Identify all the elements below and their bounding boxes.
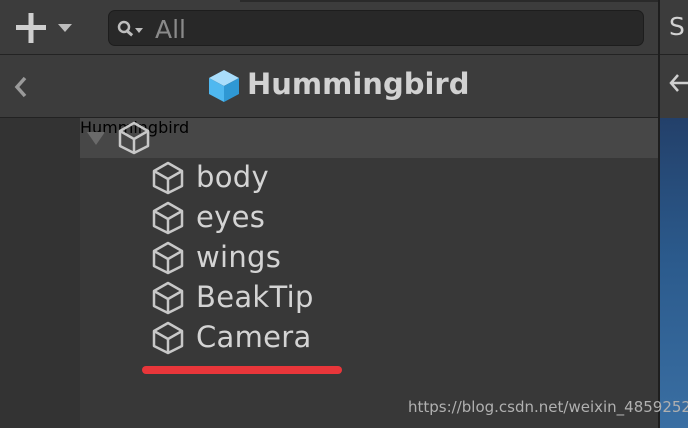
search-field[interactable]: All xyxy=(108,10,644,46)
scene-view-preview[interactable] xyxy=(660,118,688,428)
tree-row-label: eyes xyxy=(196,200,266,234)
tree-row-eyes[interactable]: eyes xyxy=(150,198,658,238)
gameobject-cube-icon xyxy=(152,321,184,355)
prefab-cube-icon xyxy=(209,70,239,102)
tree-row-label: BeakTip xyxy=(196,280,314,314)
expand-triangle-icon[interactable] xyxy=(86,130,106,146)
chevron-left-icon[interactable] xyxy=(12,75,30,99)
chevron-down-icon xyxy=(58,24,72,32)
hierarchy-toolbar: All xyxy=(0,0,658,55)
toolbar-divider xyxy=(240,0,658,2)
hierarchy-tree: Hummingbird body eyes wings BeakTip Came… xyxy=(0,118,658,428)
tree-row-wings[interactable]: wings xyxy=(150,238,658,278)
tree-row-root[interactable]: Hummingbird xyxy=(80,118,658,158)
tree-row-label: Camera xyxy=(196,320,312,354)
panel-divider xyxy=(660,54,688,55)
gameobject-cube-icon xyxy=(152,241,184,275)
tree-row-beaktip[interactable]: BeakTip xyxy=(150,278,658,318)
highlight-underline xyxy=(142,366,342,374)
gameobject-cube-icon xyxy=(118,121,150,155)
tree-row-label: body xyxy=(196,160,269,194)
arrow-left-icon[interactable] xyxy=(668,72,688,94)
prefab-breadcrumb-bar: Hummingbird xyxy=(0,55,658,118)
plus-icon xyxy=(16,13,72,43)
tree-row-body[interactable]: body xyxy=(150,158,658,198)
gameobject-cube-icon xyxy=(152,201,184,235)
scene-panel-edge: S xyxy=(658,0,688,428)
gameobject-cube-icon xyxy=(152,161,184,195)
watermark: https://blog.csdn.net/weixin_48592526 xyxy=(408,398,688,416)
gameobject-cube-icon xyxy=(152,281,184,315)
prefab-title: Hummingbird xyxy=(247,67,470,101)
search-input-value[interactable]: All xyxy=(155,15,186,44)
search-filter-icon xyxy=(117,20,143,37)
add-object-button[interactable] xyxy=(10,8,80,48)
tree-row-label: wings xyxy=(196,240,282,274)
tree-row-camera[interactable]: Camera xyxy=(150,318,658,358)
tree-gutter xyxy=(0,118,80,428)
scene-tab-label[interactable]: S xyxy=(669,12,685,41)
